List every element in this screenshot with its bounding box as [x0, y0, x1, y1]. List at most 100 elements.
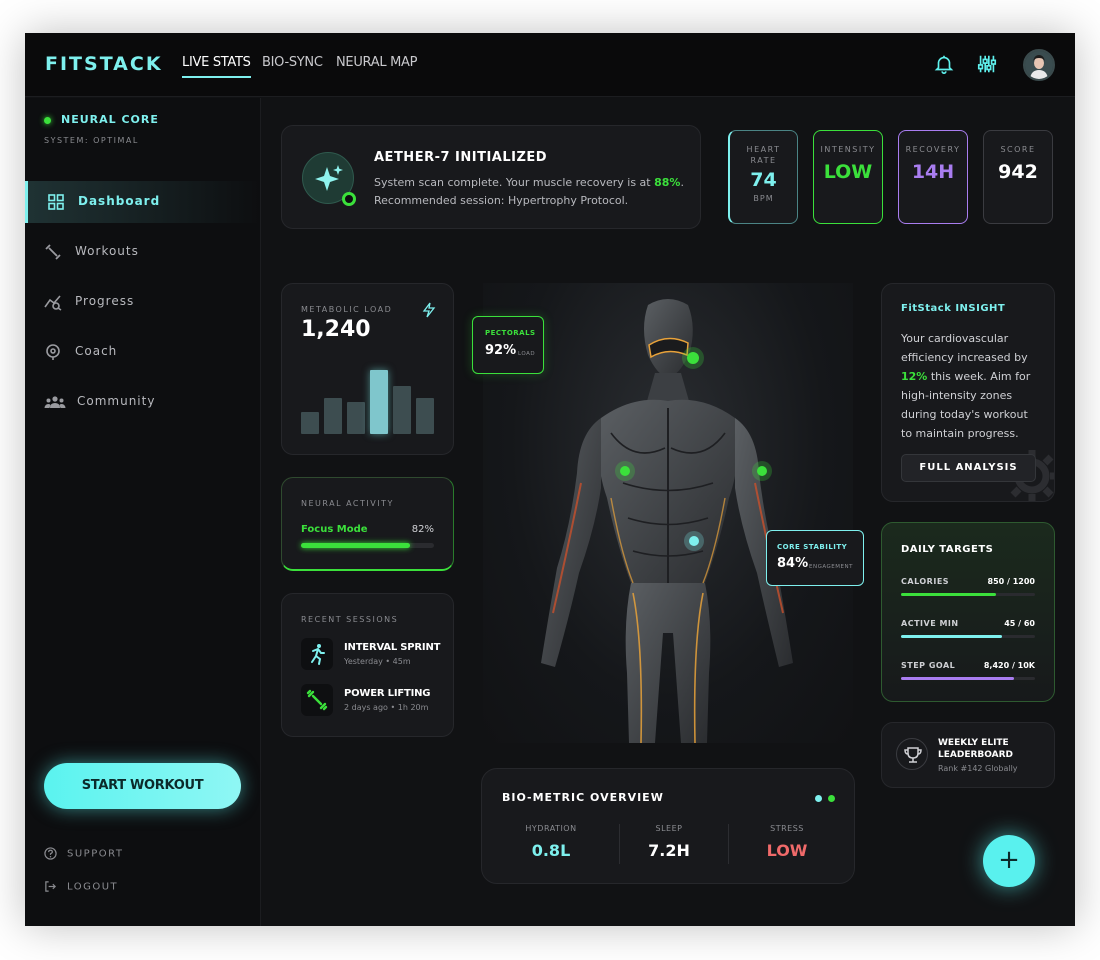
pectorals-tag[interactable]: PECTORALS 92% LOAD	[472, 316, 544, 374]
focus-progress-fill	[301, 543, 411, 548]
stat-label: INTENSITY	[820, 145, 876, 154]
alert-title: AETHER-7 INITIALIZED	[374, 150, 548, 165]
help-icon	[44, 847, 57, 860]
biometric-title: BIO-METRIC OVERVIEW	[502, 791, 664, 804]
metabolic-bar	[370, 370, 388, 434]
target-value: 850 / 1200	[987, 577, 1035, 586]
logout-link[interactable]: LOGOUT	[44, 880, 118, 893]
sidebar-item-progress[interactable]: Progress	[25, 281, 261, 323]
start-workout-button[interactable]: START WORKOUT	[44, 763, 241, 809]
status-dot-cyan	[815, 795, 822, 802]
core-stability-value: 84%	[777, 556, 809, 571]
pectorals-unit: LOAD	[518, 351, 536, 357]
sidebar-item-label: Workouts	[75, 244, 139, 258]
pectorals-value: 92%	[485, 343, 517, 358]
metric-value: 7.2H	[648, 841, 690, 860]
nav-live-stats[interactable]: LIVE STATS	[182, 55, 251, 78]
target-progress-fill	[901, 593, 996, 596]
system-status: SYSTEM: OPTIMAL	[44, 136, 139, 145]
sidebar-item-community[interactable]: Community	[25, 381, 261, 423]
metric-label: STRESS	[770, 824, 804, 833]
leaderboard-card[interactable]: WEEKLY ELITE LEADERBOARD Rank #142 Global…	[881, 722, 1055, 788]
sessions-label: RECENT SESSIONS	[301, 615, 399, 624]
insight-body: Your cardiovascular efficiency increased…	[901, 332, 1031, 440]
sidebar-item-label: Coach	[75, 344, 118, 358]
stat-score[interactable]: SCORE 942	[983, 130, 1053, 224]
neural-activity-card: NEURAL ACTIVITY Focus Mode 82%	[281, 477, 454, 571]
status-dot-green	[828, 795, 835, 802]
alert-text: System scan complete. Your muscle recove…	[374, 176, 655, 189]
target-label: ACTIVE MIN	[901, 619, 959, 628]
app-window: FITSTACK LIVE STATS BIO-SYNC NEURAL MAP	[25, 33, 1075, 926]
trophy-icon	[896, 738, 928, 770]
stat-label: SCORE	[1000, 145, 1036, 154]
session-item[interactable]: POWER LIFTING 2 days ago • 1h 20m	[301, 684, 441, 720]
metabolic-bar	[347, 402, 365, 434]
stat-label: RECOVERY	[905, 145, 961, 154]
metabolic-bar	[301, 412, 319, 434]
stat-value: 74	[750, 169, 777, 191]
coach-icon	[46, 344, 60, 360]
target-progress-track	[901, 677, 1035, 680]
target-value: 8,420 / 10K	[983, 661, 1035, 670]
bell-icon[interactable]	[933, 53, 955, 75]
full-analysis-button[interactable]: FULL ANALYSIS	[901, 454, 1036, 482]
core-stability-label: CORE STABILITY	[777, 543, 848, 551]
add-button[interactable]: +	[983, 835, 1035, 887]
focus-progress-track	[301, 543, 434, 548]
dumbbell-icon	[301, 684, 333, 716]
status-dot	[44, 117, 51, 124]
equalizer-icon[interactable]	[976, 53, 998, 75]
metabolic-bar	[324, 398, 342, 434]
sidebar-item-label: Dashboard	[78, 194, 161, 208]
nav-bio-sync[interactable]: BIO-SYNC	[262, 55, 323, 70]
recovery-percent: 88%	[654, 176, 681, 189]
stat-value: 942	[998, 161, 1038, 183]
hydration-metric: HYDRATION 0.8L	[491, 824, 611, 860]
lightning-icon	[422, 302, 436, 318]
metric-value: 0.8L	[531, 841, 571, 860]
leaderboard-title: WEEKLY ELITE LEADERBOARD	[938, 738, 1014, 760]
sidebar-item-dashboard[interactable]: Dashboard	[25, 181, 261, 223]
stat-heart-rate[interactable]: HEART RATE 74 BPM	[728, 130, 798, 224]
insight-title: FitStack INSIGHT	[901, 303, 1006, 314]
grid-icon	[48, 194, 64, 210]
online-indicator	[342, 192, 356, 206]
session-item[interactable]: INTERVAL SPRINT Yesterday • 45m	[301, 638, 441, 674]
daily-targets-card: DAILY TARGETS CALORIES 850 / 1200 ACTIVE M…	[881, 522, 1055, 702]
avatar[interactable]	[1023, 49, 1055, 81]
trend-icon	[44, 295, 62, 311]
stat-value: 14H	[911, 161, 955, 183]
nav-neural-map[interactable]: NEURAL MAP	[336, 55, 417, 70]
focus-percent: 82%	[411, 524, 434, 535]
core-stability-unit: ENGAGEMENT	[809, 564, 853, 570]
logout-icon	[45, 881, 56, 892]
metabolic-label: METABOLIC LOAD	[301, 305, 393, 314]
support-label: SUPPORT	[67, 848, 124, 860]
target-value: 45 / 60	[1004, 619, 1035, 628]
app-logo[interactable]: FITSTACK	[45, 53, 163, 75]
core-stability-tag[interactable]: CORE STABILITY 84% ENGAGEMENT	[766, 530, 864, 586]
target-progress-fill	[901, 677, 1014, 680]
sidebar-item-label: Progress	[75, 294, 135, 308]
leaderboard-rank: Rank #142 Globally	[938, 764, 1018, 773]
target-progress-track	[901, 593, 1035, 596]
insight-card: FitStack INSIGHT Your cardiovascular eff…	[881, 283, 1055, 502]
sidebar-item-coach[interactable]: Coach	[25, 331, 261, 373]
system-alert-card: AETHER-7 INITIALIZED System scan complet…	[281, 125, 701, 229]
recent-sessions-card: RECENT SESSIONS INTERVAL SPRINT Yesterda…	[281, 593, 454, 737]
neural-core-title: NEURAL CORE	[61, 113, 159, 126]
alert-message: System scan complete. Your muscle recove…	[374, 174, 684, 210]
alert-text-end: .	[680, 176, 684, 189]
stat-recovery[interactable]: RECOVERY 14H	[898, 130, 968, 224]
metric-value: LOW	[766, 841, 808, 860]
support-link[interactable]: SUPPORT	[44, 847, 123, 860]
runner-icon	[301, 638, 333, 670]
sidebar-item-workouts[interactable]: Workouts	[25, 231, 261, 273]
stat-intensity[interactable]: INTENSITY LOW	[813, 130, 883, 224]
session-meta: Yesterday • 45m	[344, 657, 411, 666]
pectorals-label: PECTORALS	[485, 329, 536, 337]
neural-label: NEURAL ACTIVITY	[301, 499, 394, 508]
metric-label: HYDRATION	[525, 824, 577, 833]
stress-metric: STRESS LOW	[727, 824, 847, 860]
